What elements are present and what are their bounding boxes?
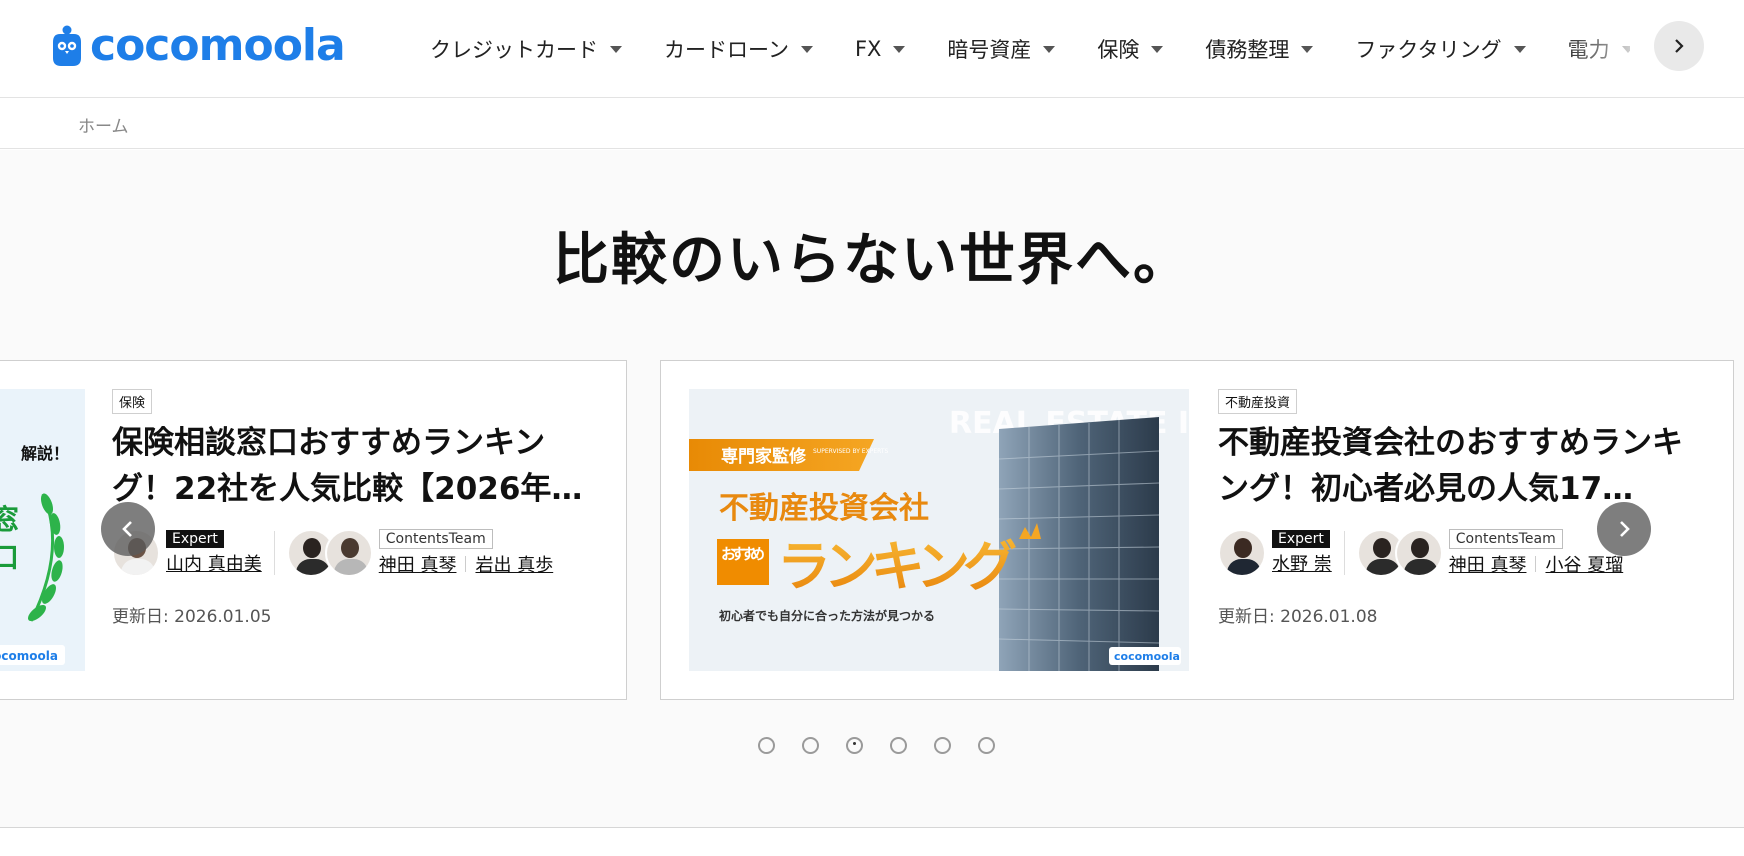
author-divider — [273, 531, 275, 575]
site-header: cocomoola クレジットカード カードローン FX 暗号資産 保険 債務整… — [0, 0, 1744, 98]
thumb-logo: cocomoola — [0, 649, 58, 663]
caret-down-icon — [1513, 45, 1526, 53]
caret-down-icon — [1151, 45, 1164, 53]
carousel-next-button[interactable] — [1597, 502, 1651, 556]
article-card-body: 保険 保険相談窓口おすすめランキング！22社を人気比較【2026年… Exper… — [112, 389, 602, 627]
team-member-link[interactable]: 小谷 夏瑠 — [1545, 551, 1623, 577]
updated-date: 更新日: 2026.01.05 — [112, 607, 272, 627]
nav-item-insurance[interactable]: 保険 — [1097, 34, 1164, 64]
real-estate-thumbnail-graphic: REAL ESTATE INVESTMENT 専門家監修 SUPERVISED … — [689, 389, 1189, 671]
expert-badge: Expert — [1272, 530, 1330, 548]
team-member-link[interactable]: 岩出 真歩 — [475, 551, 553, 577]
nav-item-debt-consolidation[interactable]: 債務整理 — [1205, 34, 1314, 64]
thumb-osusume: おすすめ — [721, 545, 765, 563]
caret-down-icon — [610, 45, 622, 53]
article-title[interactable]: 保険相談窓口おすすめランキング！22社を人気比較【2026年… — [112, 420, 602, 512]
carousel-pagination — [758, 737, 1022, 754]
team-member-link[interactable]: 神田 真琴 — [1449, 551, 1527, 577]
caret-down-icon — [1043, 45, 1056, 53]
owl-mascot-icon — [48, 24, 86, 68]
updated-date: 更新日: 2026.01.08 — [1218, 607, 1378, 627]
name-separator — [465, 556, 467, 572]
carousel-dot[interactable] — [758, 737, 775, 754]
category-tag[interactable]: 不動産投資 — [1218, 389, 1298, 414]
thumb-ribbon-subtext: SUPERVISED BY EXPERTS — [813, 448, 889, 455]
caret-down-icon — [893, 45, 906, 53]
nav-item-crypto[interactable]: 暗号資産 — [947, 34, 1056, 64]
nav-item-fx[interactable]: FX — [854, 37, 906, 61]
hero-section: 比較のいらない世界へ。 解説！ 窓 口 cocomoola — [0, 150, 1744, 828]
expert-avatar[interactable] — [1218, 529, 1266, 577]
thumb-text: 口 — [0, 541, 19, 574]
article-card[interactable]: 解説！ 窓 口 cocomoola 保険 保険相談窓口おすすめランキング！22社… — [0, 360, 627, 700]
chevron-left-icon — [122, 521, 132, 537]
nav-item-card-loan[interactable]: カードローン — [664, 34, 813, 64]
nav-scroll-next-button[interactable] — [1654, 21, 1704, 71]
expert-info: Expert 水野 崇 — [1272, 530, 1332, 576]
contents-team-badge: ContentsTeam — [1448, 529, 1563, 549]
breadcrumb-home-link[interactable]: ホーム — [78, 112, 129, 137]
insurance-thumbnail-graphic: 解説！ 窓 口 cocomoola — [0, 389, 85, 671]
nav-label: 暗号資産 — [947, 38, 1032, 62]
author-divider — [1343, 531, 1345, 575]
expert-name-link[interactable]: 水野 崇 — [1272, 550, 1332, 576]
contents-team-badge: ContentsTeam — [378, 529, 493, 549]
team-member-link[interactable]: 神田 真琴 — [379, 551, 457, 577]
carousel-dot[interactable] — [890, 737, 907, 754]
nav-label: クレジットカード — [430, 38, 598, 62]
category-tag[interactable]: 保険 — [112, 389, 153, 414]
thumb-ribbon-text: 専門家監修 — [721, 446, 807, 467]
thumb-text: 窓 — [0, 503, 19, 536]
article-thumbnail: REAL ESTATE INVESTMENT 専門家監修 SUPERVISED … — [689, 389, 1189, 671]
article-title[interactable]: 不動産投資会社のおすすめランキング！初心者必見の人気17… — [1218, 420, 1708, 512]
nav-label: カードローン — [664, 38, 789, 62]
team-avatar[interactable] — [324, 529, 373, 577]
carousel-dot[interactable] — [802, 737, 819, 754]
carousel-dot[interactable] — [978, 737, 995, 754]
caret-down-icon — [1301, 45, 1314, 53]
chevron-right-icon — [1675, 39, 1684, 53]
team-avatar[interactable] — [1394, 529, 1443, 577]
caret-down-icon — [800, 45, 813, 53]
article-card[interactable]: REAL ESTATE INVESTMENT 専門家監修 SUPERVISED … — [660, 360, 1734, 700]
expert-badge: Expert — [166, 530, 224, 548]
thumb-text: 解説！ — [21, 444, 69, 463]
team-info: ContentsTeam 神田 真琴 岩出 真歩 — [378, 529, 553, 577]
nav-label: FX — [854, 37, 882, 61]
site-logo[interactable]: cocomoola — [48, 20, 346, 71]
chevron-right-icon — [1620, 521, 1630, 537]
thumb-caption: 初心者でも自分に合った方法が見つかる — [719, 608, 935, 623]
carousel-dot[interactable] — [934, 737, 951, 754]
article-authors: Expert 山内 真由美 ContentsTeam 神田 真琴 岩出 真歩 — [112, 528, 602, 578]
name-separator — [1535, 556, 1537, 572]
carousel-dot-active[interactable] — [846, 737, 863, 754]
nav-label: 債務整理 — [1205, 38, 1290, 62]
thumb-logo: cocomoola — [1114, 650, 1180, 663]
article-thumbnail: 解説！ 窓 口 cocomoola — [0, 389, 85, 671]
breadcrumb: ホーム — [0, 99, 1744, 149]
thumb-ranking: ランキング — [777, 535, 1017, 598]
expert-name-link[interactable]: 山内 真由美 — [166, 550, 262, 576]
nav-item-factoring[interactable]: ファクタリング — [1355, 34, 1526, 64]
expert-info: Expert 山内 真由美 — [166, 530, 262, 576]
hero-tagline: 比較のいらない世界へ。 — [553, 228, 1191, 293]
nav-item-credit-card[interactable]: クレジットカード — [430, 34, 622, 64]
carousel-prev-button[interactable] — [101, 502, 155, 556]
main-nav: クレジットカード カードローン FX 暗号資産 保険 債務整理 ファクタリング … — [430, 0, 1630, 98]
thumb-heading: 不動産投資会社 — [719, 491, 929, 526]
nav-label: ファクタリング — [1355, 38, 1502, 62]
logo-wordmark: cocomoola — [90, 20, 346, 71]
nav-label: 保険 — [1097, 38, 1140, 62]
